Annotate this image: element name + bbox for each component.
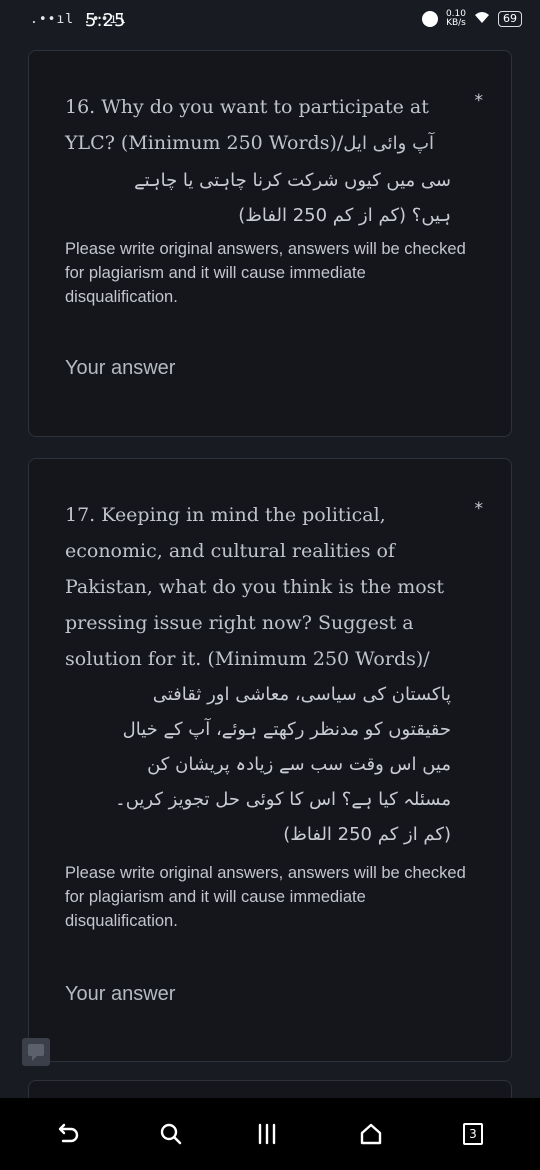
home-icon[interactable] (351, 1116, 391, 1152)
urdu-line: مسئلہ کیا ہے؟ اس کا کوئی حل تجویز کریں۔ (115, 789, 451, 810)
question-card-16: 16. Why do you want to participate at YL… (28, 50, 512, 437)
alarm-icon (421, 11, 438, 27)
back-icon[interactable] (47, 1116, 87, 1152)
question-title-line: 17. Keeping in mind the political, (65, 504, 386, 526)
tabs-count: 3 (463, 1123, 483, 1145)
urdu-line: میں اس وقت سب سے زیادہ پریشان کن (147, 754, 451, 775)
urdu-line: پاکستان کی سیاسی، معاشی اور ثقافتی (152, 684, 451, 705)
question-title-urdu-inline: آپ وائی ایل (343, 133, 435, 154)
question-title-urdu: پاکستان کی سیاسی، معاشی اور ثقافتی حقیقت… (65, 677, 451, 852)
required-asterisk: * (474, 91, 484, 111)
question-title-line: YLC? (Minimum 250 Words)/آپ وائی ایل (65, 125, 465, 162)
answer-input[interactable]: Your answer (65, 357, 175, 380)
help-text: Please write original answers, answers w… (65, 864, 466, 930)
tabs-icon[interactable]: 3 (453, 1116, 493, 1152)
navigation-bar: 3 (0, 1098, 540, 1170)
urdu-line: سی میں کیوں شرکت کرنا چاہتی یا چاہتے (134, 170, 451, 191)
question-title-en: YLC? (Minimum 250 Words)/ (65, 132, 344, 154)
required-asterisk: * (474, 499, 484, 519)
menu-icon[interactable] (247, 1116, 287, 1152)
help-text: Please write original answers, answers w… (65, 240, 466, 306)
question-title: 17. Keeping in mind the political, econo… (65, 497, 465, 677)
search-icon[interactable] (151, 1116, 191, 1152)
urdu-line: ہیں؟ (کم از کم 250 الفاظ) (238, 205, 451, 226)
feedback-icon[interactable] (22, 1038, 50, 1066)
wifi-icon (474, 11, 490, 28)
urdu-line: (کم از کم 250 الفاظ) (283, 824, 451, 845)
question-title-line: economic, and cultural realities of (65, 540, 395, 562)
question-title-urdu: سی میں کیوں شرکت کرنا چاہتی یا چاہتے ہیں… (65, 163, 451, 233)
battery-icon: 69 (498, 11, 522, 27)
question-title-line: solution for it. (Minimum 250 Words)/ (65, 648, 430, 670)
question-title-line: pressing issue right now? Suggest a (65, 612, 414, 634)
net-speed: 0.10 KB/s (446, 10, 466, 28)
question-title: 16. Why do you want to participate at YL… (65, 89, 465, 162)
status-bar: .••ıl .••ıl 5:25 0.10 KB/s 69 (0, 0, 540, 44)
net-speed-unit: KB/s (446, 18, 466, 28)
answer-input[interactable]: Your answer (65, 983, 175, 1006)
question-title-line: Pakistan, what do you think is the most (65, 576, 445, 598)
status-time: 5:25 (85, 10, 126, 31)
question-title-line: 16. Why do you want to participate at (65, 96, 429, 118)
urdu-line: حقیقتوں کو مدنظر رکھتے ہوئے، آپ کے خیال (122, 719, 451, 740)
question-card-17: 17. Keeping in mind the political, econo… (28, 458, 512, 1062)
